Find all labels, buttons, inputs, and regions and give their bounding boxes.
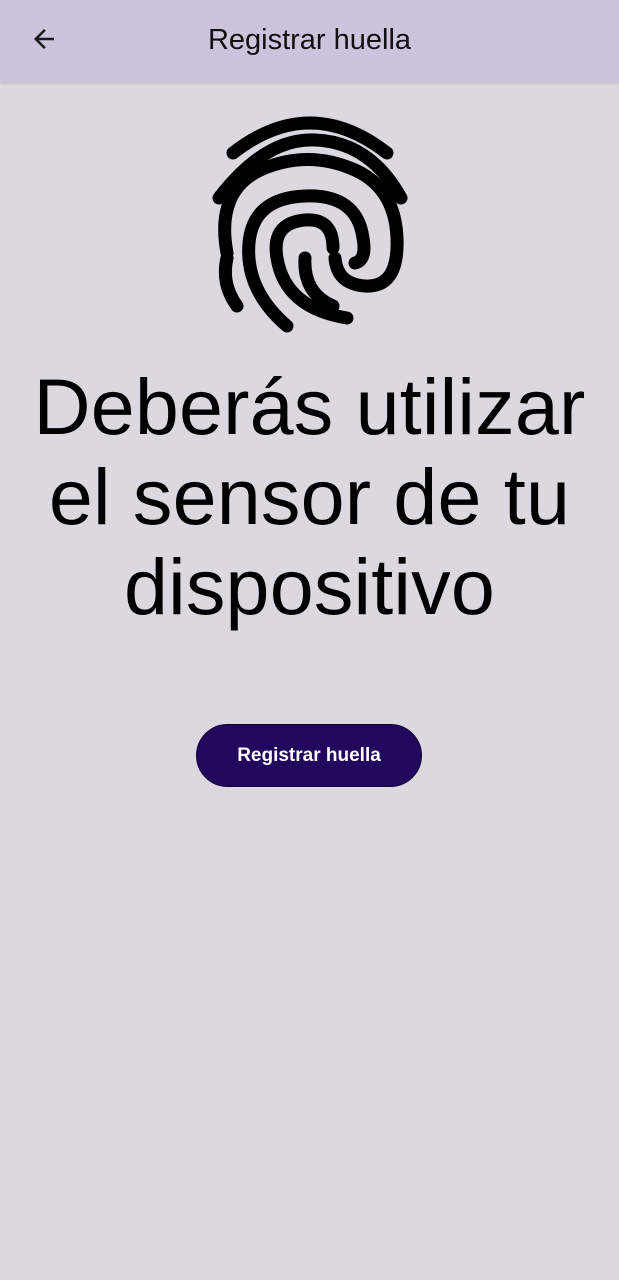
top-app-bar: Registrar huella: [0, 0, 619, 82]
instruction-headline: Deberás utilizar el sensor de tu disposi…: [33, 362, 586, 631]
register-fingerprint-button[interactable]: Registrar huella: [196, 724, 422, 787]
page-title: Registrar huella: [207, 24, 412, 56]
fingerprint-icon: [212, 116, 408, 333]
